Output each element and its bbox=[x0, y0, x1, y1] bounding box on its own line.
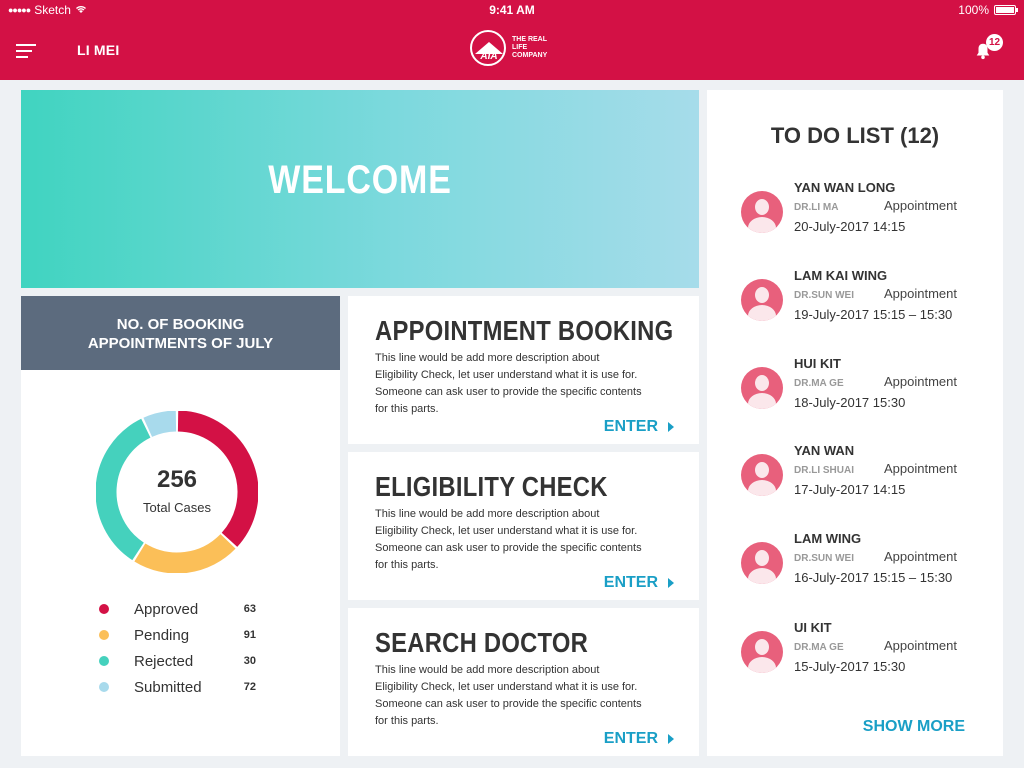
todo-patient-name: YAN WAN bbox=[794, 443, 855, 458]
card-title: ELIGIBILITY CHECK bbox=[375, 471, 608, 502]
todo-item[interactable]: HUI KIT DR.MA GE Appointment 18-July-201… bbox=[741, 353, 981, 423]
todo-type: Appointment bbox=[884, 461, 957, 476]
status-bar: ●●●●● Sketch 9:41 AM 100% bbox=[0, 0, 1024, 20]
avatar bbox=[741, 542, 783, 584]
notification-badge: 12 bbox=[986, 34, 1003, 51]
chart-legend: Approved 63 Pending 91 Rejected 30 Submi… bbox=[99, 596, 269, 700]
todo-title: TO DO LIST (12) bbox=[770, 123, 940, 148]
welcome-title: WELCOME bbox=[268, 158, 452, 202]
todo-item[interactable]: UI KIT DR.MA GE Appointment 15-July-2017… bbox=[741, 617, 981, 687]
todo-doctor: DR.SUN WEI bbox=[794, 553, 854, 564]
todo-patient-name: HUI KIT bbox=[794, 356, 841, 371]
todo-item[interactable]: LAM WING DR.SUN WEI Appointment 16-July-… bbox=[741, 528, 981, 598]
todo-doctor: DR.LI SHUAI bbox=[794, 465, 854, 476]
todo-patient-name: LAM WING bbox=[794, 531, 862, 546]
battery-percent: 100% bbox=[958, 3, 989, 17]
todo-type: Appointment bbox=[884, 286, 957, 301]
booking-stats-panel: NO. OF BOOKING APPOINTMENTS OF JULY 256 … bbox=[21, 296, 340, 756]
legend-dot bbox=[99, 630, 109, 640]
booking-stats-header: NO. OF BOOKING APPOINTMENTS OF JULY bbox=[21, 296, 340, 370]
todo-doctor: DR.MA GE bbox=[794, 642, 844, 653]
legend-label: Rejected bbox=[134, 652, 194, 670]
search-doctor-card[interactable]: SEARCH DOCTOR This line would be add mor… bbox=[348, 608, 699, 756]
total-cases-label: Total Cases bbox=[143, 500, 211, 515]
todo-patient-name: YAN WAN LONG bbox=[794, 180, 896, 195]
logo-tagline: THE REAL LIFE COMPANY bbox=[512, 36, 548, 59]
search-doctor-enter-button[interactable]: ENTER bbox=[604, 730, 674, 748]
todo-doctor: DR.LI MA bbox=[794, 202, 839, 213]
legend-dot bbox=[99, 656, 109, 666]
legend-count: 72 bbox=[243, 681, 256, 693]
appointment-booking-card[interactable]: APPOINTMENT BOOKING This line would be a… bbox=[348, 296, 699, 444]
avatar bbox=[741, 279, 783, 321]
avatar bbox=[741, 367, 783, 409]
aia-logo: AIA THE REAL LIFE COMPANY bbox=[470, 30, 560, 66]
card-description: This line would be add more description … bbox=[375, 352, 642, 415]
user-name: LI MEI bbox=[77, 42, 120, 58]
todo-item[interactable]: YAN WAN DR.LI SHUAI Appointment 17-July-… bbox=[741, 440, 981, 510]
total-cases-value: 256 bbox=[156, 466, 198, 493]
card-title: APPOINTMENT BOOKING bbox=[375, 315, 674, 346]
todo-type: Appointment bbox=[884, 198, 957, 213]
menu-icon[interactable] bbox=[16, 44, 36, 60]
eligibility-check-enter-button[interactable]: ENTER bbox=[604, 574, 674, 592]
legend-item-rejected: Rejected 30 bbox=[99, 648, 269, 674]
legend-label: Approved bbox=[134, 600, 199, 618]
todo-patient-name: LAM KAI WING bbox=[794, 268, 888, 283]
show-more-button[interactable]: SHOW MORE bbox=[863, 718, 965, 736]
eligibility-check-card[interactable]: ELIGIBILITY CHECK This line would be add… bbox=[348, 452, 699, 600]
card-title: SEARCH DOCTOR bbox=[375, 627, 589, 658]
legend-count: 63 bbox=[243, 603, 256, 615]
todo-type: Appointment bbox=[884, 549, 957, 564]
welcome-banner: WELCOME bbox=[21, 90, 699, 288]
avatar bbox=[741, 191, 783, 233]
legend-dot bbox=[99, 604, 109, 614]
legend-item-approved: Approved 63 bbox=[99, 596, 269, 622]
avatar bbox=[741, 631, 783, 673]
top-bar: ●●●●● Sketch 9:41 AM 100% LI MEI AIA THE… bbox=[0, 0, 1024, 80]
todo-datetime: 19-July-2017 15:15 – 15:30 bbox=[794, 307, 953, 322]
legend-dot bbox=[99, 682, 109, 692]
legend-item-pending: Pending 91 bbox=[99, 622, 269, 648]
battery-icon bbox=[994, 5, 1018, 15]
todo-doctor: DR.SUN WEI bbox=[794, 290, 854, 301]
todo-datetime: 16-July-2017 15:15 – 15:30 bbox=[794, 570, 953, 585]
legend-label: Pending bbox=[134, 626, 190, 644]
donut-center: 256 Total Cases bbox=[96, 466, 258, 515]
todo-datetime: 18-July-2017 15:30 bbox=[794, 395, 906, 410]
legend-item-submitted: Submitted 72 bbox=[99, 674, 269, 700]
todo-item[interactable]: LAM KAI WING DR.SUN WEI Appointment 19-J… bbox=[741, 265, 981, 335]
todo-patient-name: UI KIT bbox=[794, 620, 832, 635]
card-description: This line would be add more description … bbox=[375, 664, 642, 727]
donut-slice-pending bbox=[134, 533, 236, 573]
donut-slice-submitted bbox=[143, 411, 177, 438]
arrow-right-icon bbox=[668, 578, 674, 588]
todo-datetime: 15-July-2017 15:30 bbox=[794, 659, 906, 674]
todo-type: Appointment bbox=[884, 638, 957, 653]
todo-datetime: 20-July-2017 14:15 bbox=[794, 219, 906, 234]
legend-count: 30 bbox=[243, 655, 256, 667]
booking-stats-title-line1: NO. OF BOOKING bbox=[116, 316, 245, 333]
legend-label: Submitted bbox=[134, 678, 202, 696]
todo-type: Appointment bbox=[884, 374, 957, 389]
todo-datetime: 17-July-2017 14:15 bbox=[794, 482, 906, 497]
appointment-booking-enter-button[interactable]: ENTER bbox=[604, 418, 674, 436]
arrow-right-icon bbox=[668, 422, 674, 432]
todo-panel: TO DO LIST (12) YAN WAN LONG DR.LI MA Ap… bbox=[707, 90, 1003, 756]
status-time: 9:41 AM bbox=[489, 3, 535, 17]
avatar bbox=[741, 454, 783, 496]
todo-doctor: DR.MA GE bbox=[794, 378, 844, 389]
todo-item[interactable]: YAN WAN LONG DR.LI MA Appointment 20-Jul… bbox=[741, 177, 981, 247]
logo-mark-icon: AIA bbox=[470, 30, 506, 66]
arrow-right-icon bbox=[668, 734, 674, 744]
booking-stats-title-line2: APPOINTMENTS OF JULY bbox=[87, 335, 274, 352]
legend-count: 91 bbox=[243, 629, 256, 641]
card-description: This line would be add more description … bbox=[375, 508, 642, 571]
